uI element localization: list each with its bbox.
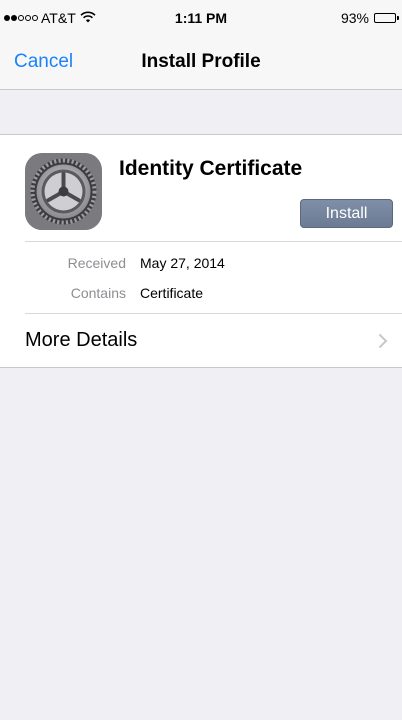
contains-value: Certificate	[140, 285, 204, 301]
chevron-right-icon	[378, 333, 388, 349]
battery-nub	[397, 16, 399, 20]
status-right: 93%	[340, 10, 399, 26]
status-bar: AT&T 1:11 PM 93%	[0, 0, 402, 36]
more-details-row[interactable]: More Details	[0, 314, 402, 367]
battery-percent: 93%	[340, 10, 369, 26]
contains-label: Contains	[70, 285, 126, 301]
divider	[25, 241, 402, 242]
settings-gear-icon	[25, 153, 102, 230]
more-details-label: More Details	[25, 329, 138, 351]
profile-card: Identity Certificate Install Received Ma…	[0, 134, 402, 368]
profile-name: Identity Certificate	[119, 157, 303, 180]
cancel-button[interactable]: Cancel	[14, 51, 73, 73]
battery-icon	[374, 13, 399, 23]
navigation-header: AT&T 1:11 PM 93% Install Profile Cancel	[0, 0, 402, 90]
received-value: May 27, 2014	[140, 255, 225, 271]
install-button[interactable]: Install	[300, 199, 393, 228]
received-label: Received	[67, 255, 126, 271]
